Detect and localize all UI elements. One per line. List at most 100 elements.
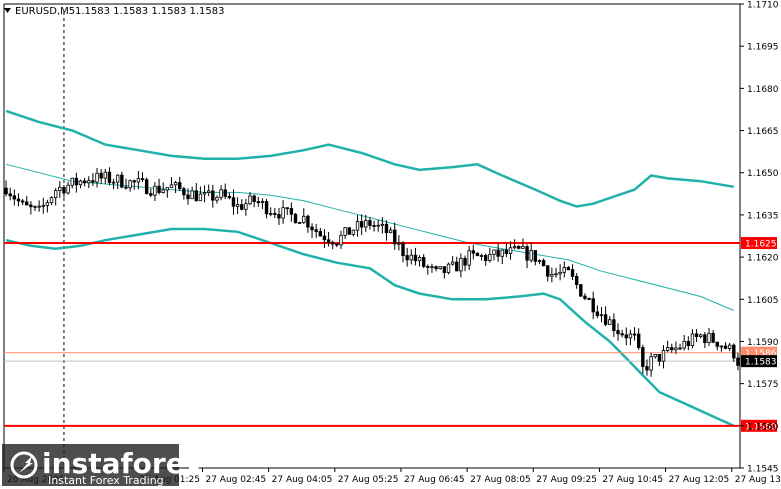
candle-body — [504, 249, 509, 254]
candle-body — [318, 231, 323, 237]
candle-body — [343, 227, 347, 236]
candle-body — [144, 179, 149, 195]
candle-body — [620, 333, 624, 336]
candle-body — [223, 189, 227, 197]
candle-body — [277, 214, 281, 219]
candle-body — [397, 242, 401, 245]
x-tick-label: 27 Aug 12:05 — [669, 475, 730, 485]
candle-body — [707, 332, 711, 344]
y-tick-label: 1.1680 — [747, 85, 779, 95]
x-tick-label: 27 Aug 10:45 — [602, 475, 663, 485]
y-tick-label: 1.1545 — [747, 465, 779, 475]
candle-body — [194, 190, 198, 202]
candle-body — [616, 330, 620, 335]
candle-body — [442, 266, 447, 273]
candle-body — [438, 266, 442, 270]
candle-body — [703, 334, 707, 344]
candle-body — [459, 257, 463, 272]
candle-body — [186, 194, 190, 200]
y-tick-label: 1.1710 — [747, 1, 779, 11]
candle-body — [120, 174, 124, 188]
candle-body — [322, 235, 327, 241]
candle-body — [541, 260, 546, 267]
candle-body — [599, 314, 604, 317]
candle-body — [479, 255, 484, 257]
candle-body — [326, 239, 331, 243]
candle-body — [413, 254, 418, 262]
candle-body — [641, 347, 645, 367]
candle-body — [190, 190, 194, 200]
candle-body — [434, 266, 438, 270]
candle-body — [376, 224, 380, 227]
candle-body — [364, 220, 368, 228]
candle-body — [124, 186, 128, 189]
candle-body — [628, 333, 633, 339]
candle-body — [521, 246, 525, 249]
candle-body — [372, 225, 376, 227]
candle-body — [512, 246, 517, 249]
y-tick-label: 1.1635 — [747, 211, 779, 221]
candle-body — [653, 354, 657, 358]
candle-body — [649, 356, 653, 371]
candle-body — [471, 250, 476, 254]
candle-body — [297, 222, 302, 224]
candle-body — [612, 319, 616, 331]
candle-body — [446, 263, 451, 273]
candle-body — [636, 333, 641, 348]
candle-body — [736, 357, 740, 366]
candle-body — [161, 189, 165, 193]
candle-body — [289, 208, 294, 215]
candle-body — [219, 189, 223, 198]
candle-body — [508, 247, 513, 254]
candle-body — [273, 213, 277, 215]
x-tick-label: 27 Aug 04:05 — [272, 475, 333, 485]
candle-body — [169, 184, 174, 189]
candle-body — [227, 195, 232, 199]
candle-body — [53, 190, 58, 198]
x-tick-label: 27 Aug 09:25 — [536, 475, 597, 485]
price-chart[interactable]: 1.16251.15601.15861.1583 1.17101.16951.1… — [0, 0, 781, 489]
candle-body — [595, 311, 600, 316]
candle-body — [153, 185, 157, 196]
candle-body — [368, 220, 372, 226]
candle-body — [74, 177, 79, 186]
candle-body — [475, 252, 480, 257]
candle-body — [583, 295, 587, 299]
candle-body — [715, 341, 719, 347]
candle-body — [252, 195, 256, 202]
candle-body — [678, 347, 682, 350]
candle-body — [215, 196, 219, 201]
x-tick-label: 27 Aug 05:25 — [338, 475, 399, 485]
candle-body — [140, 178, 145, 181]
candle-body — [202, 192, 207, 195]
candle-body — [107, 171, 112, 183]
x-tick-label: 27 Aug 13:25 — [735, 475, 781, 485]
candle-body — [732, 344, 736, 359]
candle-body — [401, 242, 405, 256]
candle-body — [95, 172, 99, 183]
candle-body — [211, 190, 215, 201]
candle-body — [570, 269, 575, 277]
candle — [144, 177, 149, 195]
candle-body — [421, 257, 426, 267]
candle-body — [285, 207, 289, 210]
candle-body — [37, 205, 41, 208]
candle-body — [562, 267, 566, 273]
candle-body — [674, 347, 678, 351]
candle-body — [182, 188, 186, 196]
candle-body — [525, 246, 529, 261]
candle-body — [198, 193, 203, 202]
candle-body — [66, 184, 70, 194]
y-tick-label: 1.1605 — [747, 296, 779, 306]
candle-body — [533, 250, 538, 262]
x-tick-label: 27 Aug 02:45 — [205, 475, 266, 485]
candle-body — [8, 193, 12, 197]
candle — [579, 284, 583, 297]
candle-body — [347, 227, 351, 235]
candle-body — [20, 200, 25, 203]
candle-body — [500, 249, 504, 257]
y-tick-label: 1.1620 — [747, 254, 779, 264]
candle-body — [235, 204, 240, 207]
candle-body — [99, 172, 103, 179]
candle-body — [165, 187, 170, 191]
